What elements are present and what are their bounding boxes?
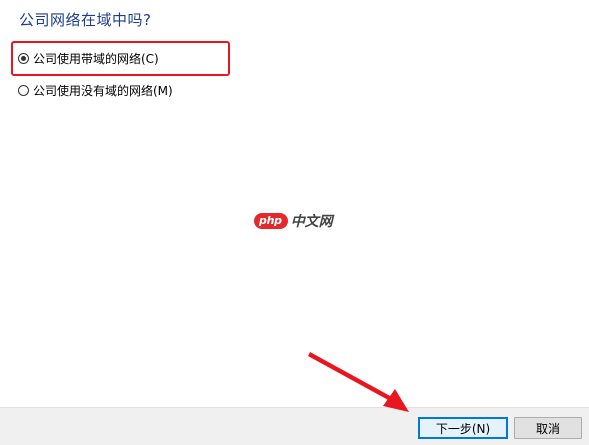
red-highlight-box [11, 41, 230, 76]
option-no-domain-network[interactable]: 公司使用没有域的网络(M) [18, 81, 173, 99]
watermark: php 中文网 [254, 211, 333, 231]
watermark-text: 中文网 [290, 214, 333, 230]
network-type-dialog: 公司网络在域中吗? 公司使用带域的网络(C) 公司使用没有域的网络(M) php… [0, 0, 589, 445]
radio-unselected-icon[interactable] [18, 84, 29, 96]
option-no-domain-network-label: 公司使用没有域的网络(M) [33, 83, 173, 98]
watermark-badge: php [254, 213, 288, 229]
cancel-button[interactable]: 取消 [514, 417, 582, 439]
next-button[interactable]: 下一步(N) [418, 417, 508, 439]
question-heading: 公司网络在域中吗? [19, 11, 152, 29]
dialog-footer: 下一步(N) 取消 [0, 407, 589, 445]
